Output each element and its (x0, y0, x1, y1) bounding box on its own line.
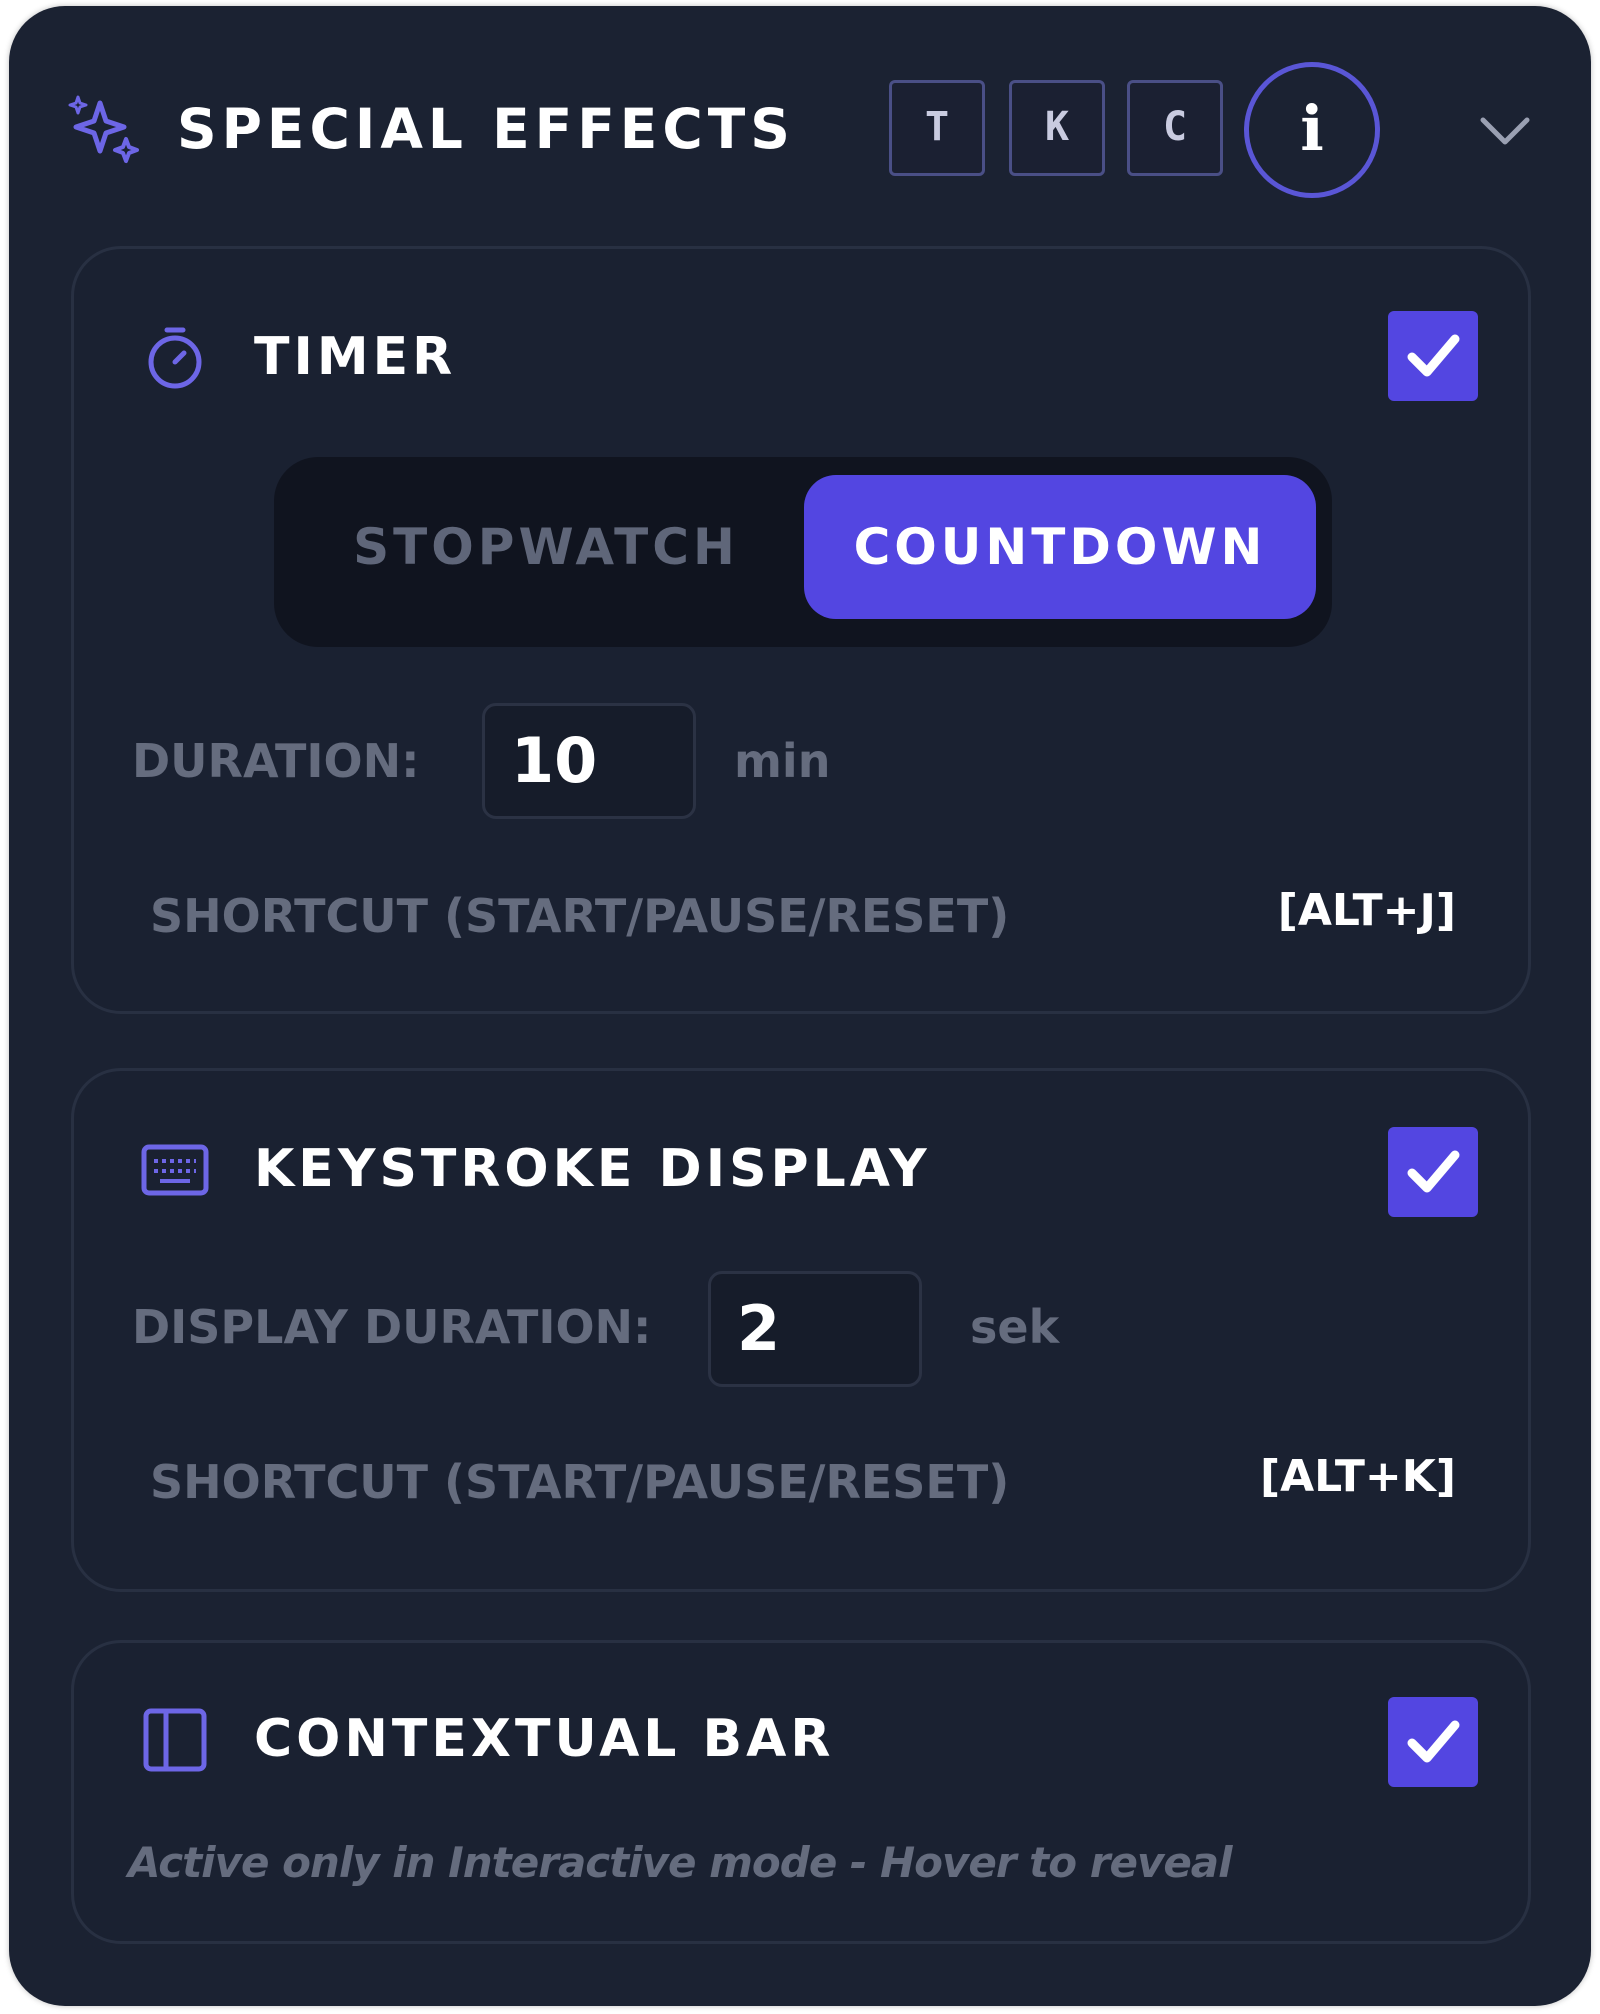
chevron-down-icon[interactable] (1477, 106, 1533, 156)
display-duration-unit: sek (970, 1300, 1060, 1354)
contextual-bar-card: CONTEXTUAL BAR Active only in Interactiv… (71, 1640, 1531, 1944)
display-duration-label: DISPLAY DURATION: (132, 1300, 652, 1354)
stopwatch-mode-button[interactable]: STOPWATCH (292, 475, 800, 619)
contextual-bar-note: Active only in Interactive mode - Hover … (128, 1838, 1233, 1887)
contextual-bar-enabled-checkbox[interactable] (1388, 1697, 1478, 1787)
stopwatch-icon (148, 327, 202, 389)
timer-enabled-checkbox[interactable] (1388, 311, 1478, 401)
checkmark-icon (1407, 1150, 1460, 1193)
timer-card: TIMER STOPWATCH COUNTDOWN DURATION: 10 m… (71, 246, 1531, 1014)
badge-keystroke[interactable]: K (1009, 80, 1105, 176)
timer-shortcut-label: SHORTCUT (START/PAUSE/RESET) (150, 889, 1010, 943)
keystroke-shortcut-key: [ALT+K] (1259, 1451, 1456, 1502)
badge-contextual[interactable]: C (1127, 80, 1223, 176)
special-effects-panel: SPECIAL EFFECTS T K C i TIMER STOPWATCH … (9, 6, 1591, 2006)
panel-header: SPECIAL EFFECTS T K C i (9, 6, 1591, 246)
badge-timer[interactable]: T (889, 80, 985, 176)
contextual-bar-title: CONTEXTUAL BAR (254, 1709, 835, 1769)
duration-unit: min (734, 734, 831, 788)
panel-title: SPECIAL EFFECTS (177, 97, 795, 161)
keystroke-display-card: KEYSTROKE DISPLAY DISPLAY DURATION: 2 se… (71, 1068, 1531, 1592)
countdown-mode-button[interactable]: COUNTDOWN (804, 475, 1316, 619)
timer-mode-toggle: STOPWATCH COUNTDOWN (274, 457, 1332, 647)
keystroke-enabled-checkbox[interactable] (1388, 1127, 1478, 1217)
info-button[interactable]: i (1244, 62, 1380, 198)
checkmark-icon (1407, 334, 1460, 377)
keyboard-icon (141, 1144, 209, 1196)
sidebar-layout-icon (143, 1708, 207, 1772)
duration-input[interactable]: 10 (482, 703, 696, 819)
display-duration-input[interactable]: 2 (708, 1271, 922, 1387)
keystroke-shortcut-label: SHORTCUT (START/PAUSE/RESET) (150, 1455, 1010, 1509)
duration-label: DURATION: (132, 734, 420, 788)
timer-shortcut-key: [ALT+J] (1277, 885, 1456, 936)
sparkle-icon (68, 95, 139, 163)
checkmark-icon (1407, 1720, 1460, 1763)
keystroke-title: KEYSTROKE DISPLAY (254, 1139, 931, 1199)
timer-title: TIMER (254, 327, 457, 387)
